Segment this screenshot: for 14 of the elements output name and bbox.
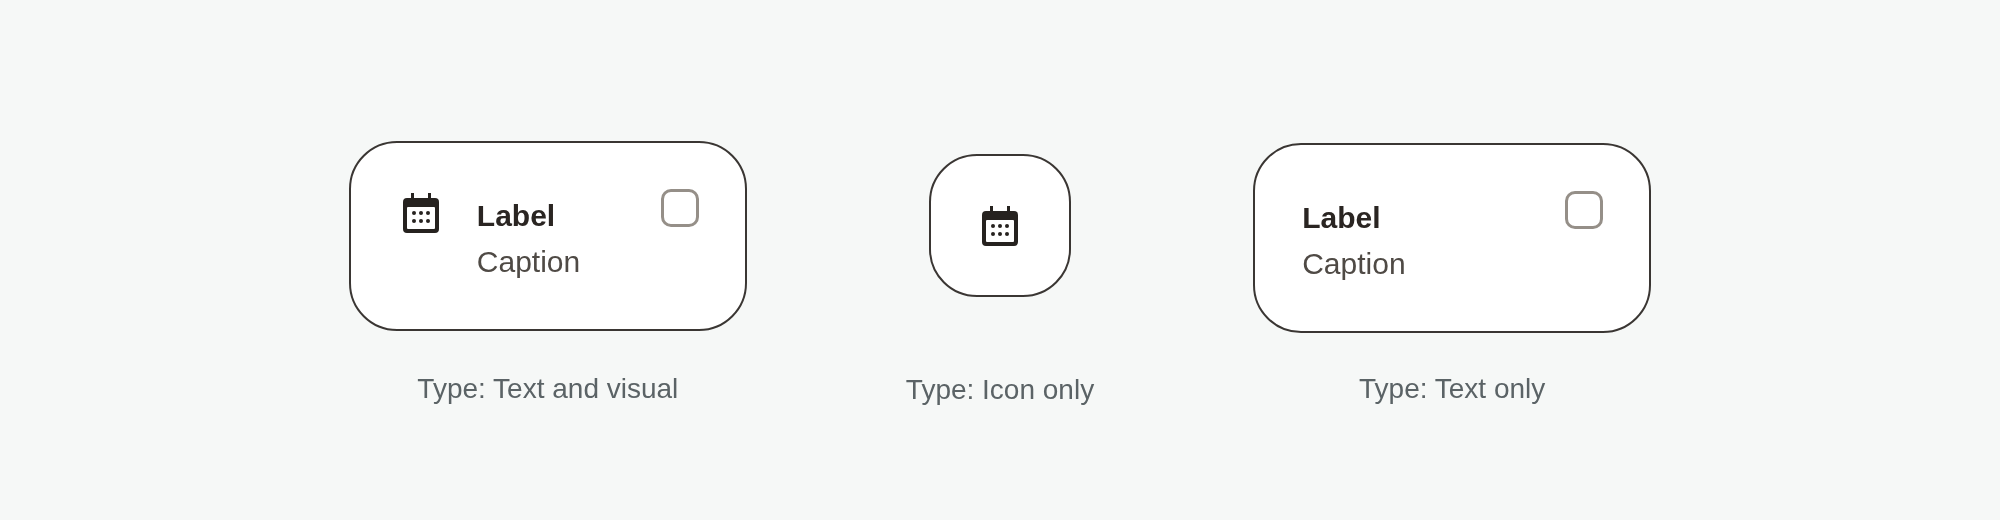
caption-text: Caption [1302, 246, 1406, 282]
type-caption: Type: Text and visual [417, 372, 679, 406]
choice-card[interactable]: Label Caption [1253, 143, 1652, 333]
label-text: Label [1302, 200, 1382, 236]
calendar-icon [982, 205, 1018, 246]
checkbox[interactable] [1565, 191, 1604, 229]
icon-card[interactable] [929, 154, 1071, 297]
type-caption: Type: Icon only [905, 373, 1095, 407]
label-text: Label [476, 198, 557, 234]
checkbox[interactable] [660, 189, 699, 227]
calendar-icon [402, 193, 439, 233]
type-caption: Type: Text only [1359, 372, 1546, 406]
choice-card[interactable]: Label Caption [348, 141, 747, 331]
caption-text: Caption [476, 244, 581, 280]
